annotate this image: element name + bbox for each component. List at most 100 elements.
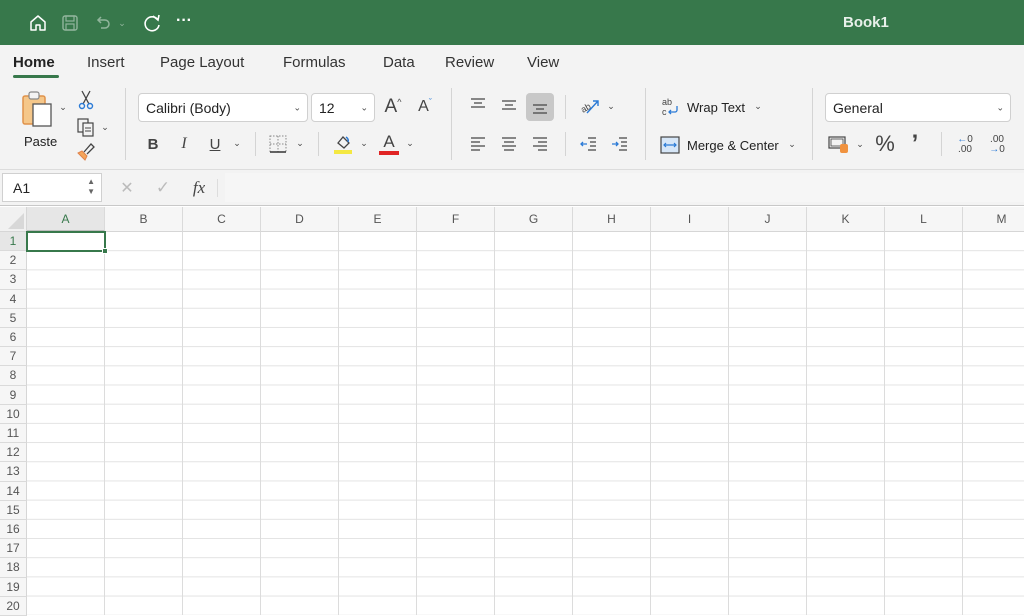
name-box[interactable]: A1 ▲ ▼ [2,173,102,202]
fill-handle[interactable] [102,248,108,254]
row-header-3[interactable]: 3 [0,270,27,290]
row-header-19[interactable]: 19 [0,577,27,597]
row-header-15[interactable]: 15 [0,500,27,520]
row-header-14[interactable]: 14 [0,481,27,501]
cancel-icon[interactable]: ✕ [117,178,137,198]
font-family-value: Calibri (Body) [146,99,231,116]
save-icon[interactable] [59,12,81,34]
decrease-indent-icon[interactable] [578,133,600,155]
tab-formulas[interactable]: Formulas [283,54,346,71]
number-format-select[interactable]: General ⌄ [825,93,1011,122]
increase-font-size-button[interactable]: A ^ [382,94,404,120]
accounting-dropdown-icon[interactable]: ⌄ [855,139,865,149]
cell-area[interactable] [27,232,1024,615]
formula-input[interactable] [225,173,1024,202]
row-header-6[interactable]: 6 [0,328,27,348]
row-header-17[interactable]: 17 [0,539,27,559]
merge-center-button[interactable]: Merge & Center [687,138,779,153]
wrap-text-icon[interactable]: ab c [660,96,682,118]
column-header-d[interactable]: D [261,207,339,232]
column-header-c[interactable]: C [183,207,261,232]
orientation-icon[interactable]: ab [578,94,602,118]
increase-indent-icon[interactable] [609,133,631,155]
italic-button[interactable]: I [174,133,194,155]
fill-color-icon[interactable] [332,132,354,156]
redo-icon[interactable] [141,12,163,34]
paste-dropdown-icon[interactable]: ⌄ [58,102,68,112]
home-icon[interactable] [27,12,49,34]
underline-dropdown-icon[interactable]: ⌄ [232,138,242,148]
column-header-a[interactable]: A [27,207,105,232]
row-header-11[interactable]: 11 [0,424,27,444]
merge-center-dropdown-icon[interactable]: ⌄ [787,139,797,149]
active-cell-A1[interactable] [26,231,108,254]
underline-button[interactable]: U [205,133,225,155]
row-header-13[interactable]: 13 [0,462,27,482]
name-box-stepper-icon[interactable]: ▲ ▼ [87,177,95,197]
orientation-dropdown-icon[interactable]: ⌄ [606,101,616,111]
align-center-icon[interactable] [498,133,520,155]
row-header-2[interactable]: 2 [0,251,27,271]
column-header-g[interactable]: G [495,207,573,232]
column-header-i[interactable]: I [651,207,729,232]
align-left-icon[interactable] [467,133,489,155]
decrease-decimal-button[interactable]: .00 → 0 [985,132,1009,158]
tab-home[interactable]: Home [13,54,55,71]
row-header-18[interactable]: 18 [0,558,27,578]
bold-button[interactable]: B [143,133,163,155]
undo-dropdown-icon[interactable]: ⌄ [116,12,128,34]
align-bottom-icon[interactable] [526,93,554,121]
column-header-l[interactable]: L [885,207,963,232]
copy-dropdown-icon[interactable]: ⌄ [100,122,110,132]
comma-style-button[interactable]: ’ [905,130,925,157]
row-header-16[interactable]: 16 [0,520,27,540]
increase-decimal-button[interactable]: ← 0 .00 [953,132,977,158]
row-header-12[interactable]: 12 [0,443,27,463]
row-header-10[interactable]: 10 [0,404,27,424]
percent-style-button[interactable]: % [873,131,897,156]
tab-page-layout[interactable]: Page Layout [160,54,244,71]
font-size-select[interactable]: 12 ⌄ [311,93,375,122]
cut-icon[interactable] [76,89,96,111]
accounting-format-icon[interactable] [828,134,850,154]
font-color-icon[interactable]: A [378,132,400,156]
align-right-icon[interactable] [529,133,551,155]
column-header-h[interactable]: H [573,207,651,232]
merge-center-icon[interactable] [659,135,681,155]
borders-icon[interactable] [267,133,289,155]
font-family-select[interactable]: Calibri (Body) ⌄ [138,93,308,122]
align-middle-icon[interactable] [498,94,520,116]
decrease-font-size-button[interactable]: Aˇ [414,94,436,120]
insert-function-button[interactable]: fx [187,177,211,199]
align-top-icon[interactable] [467,94,489,116]
row-header-8[interactable]: 8 [0,366,27,386]
undo-icon[interactable] [92,12,114,34]
wrap-text-button[interactable]: Wrap Text [687,100,745,115]
row-header-20[interactable]: 20 [0,596,27,616]
format-painter-icon[interactable] [75,140,97,162]
copy-icon[interactable] [75,116,97,138]
paste-button[interactable] [18,90,58,128]
fill-color-dropdown-icon[interactable]: ⌄ [359,138,369,148]
column-header-f[interactable]: F [417,207,495,232]
enter-icon[interactable]: ✓ [153,178,173,198]
column-header-k[interactable]: K [807,207,885,232]
font-color-dropdown-icon[interactable]: ⌄ [405,138,415,148]
tab-insert[interactable]: Insert [87,54,125,71]
more-icon[interactable]: ··· [173,10,195,32]
select-all-button[interactable] [0,207,27,232]
row-header-7[interactable]: 7 [0,347,27,367]
row-header-5[interactable]: 5 [0,308,27,328]
column-header-e[interactable]: E [339,207,417,232]
row-header-4[interactable]: 4 [0,289,27,309]
tab-data[interactable]: Data [383,54,415,71]
tab-view[interactable]: View [527,54,559,71]
column-header-m[interactable]: M [963,207,1024,232]
borders-dropdown-icon[interactable]: ⌄ [295,138,305,148]
wrap-text-dropdown-icon[interactable]: ⌄ [753,101,763,111]
column-header-b[interactable]: B [105,207,183,232]
row-header-1[interactable]: 1 [0,232,27,252]
row-header-9[interactable]: 9 [0,385,27,405]
column-header-j[interactable]: J [729,207,807,232]
tab-review[interactable]: Review [445,54,494,71]
